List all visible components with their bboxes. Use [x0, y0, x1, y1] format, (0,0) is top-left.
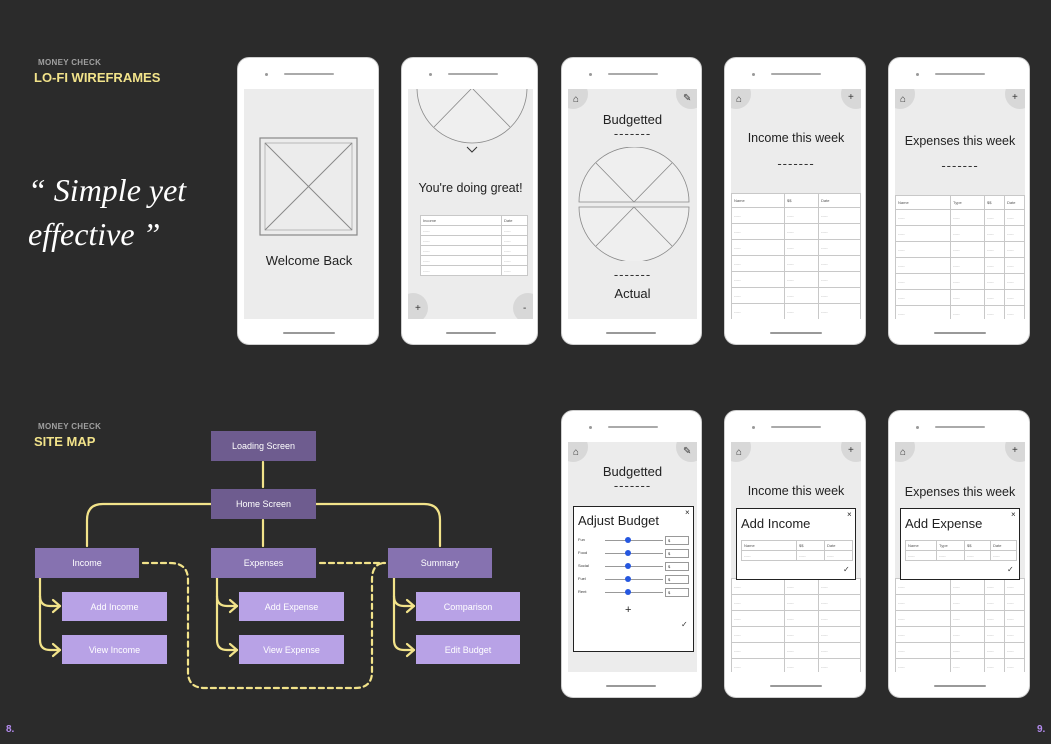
dashed-connector-income-summary [141, 561, 387, 690]
node-add-income: Add Income [62, 592, 167, 621]
node-home-screen: Home Screen [211, 489, 316, 519]
node-edit-budget: Edit Budget [416, 635, 520, 664]
connector-home-income [85, 502, 213, 548]
connector-expenses-add [215, 576, 239, 608]
node-view-expense: View Expense [239, 635, 344, 664]
node-view-income: View Income [62, 635, 167, 664]
connector-summary-comparison [392, 576, 416, 608]
sitemap-connectors [38, 460, 442, 690]
connector-income-add [38, 576, 62, 608]
connector-home-summary [314, 502, 442, 548]
node-comparison: Comparison [416, 592, 520, 621]
node-income: Income [35, 548, 139, 578]
node-expenses: Expenses [211, 548, 316, 578]
node-loading-screen: Loading Screen [211, 431, 316, 461]
node-summary: Summary [388, 548, 492, 578]
node-add-expense: Add Expense [239, 592, 344, 621]
